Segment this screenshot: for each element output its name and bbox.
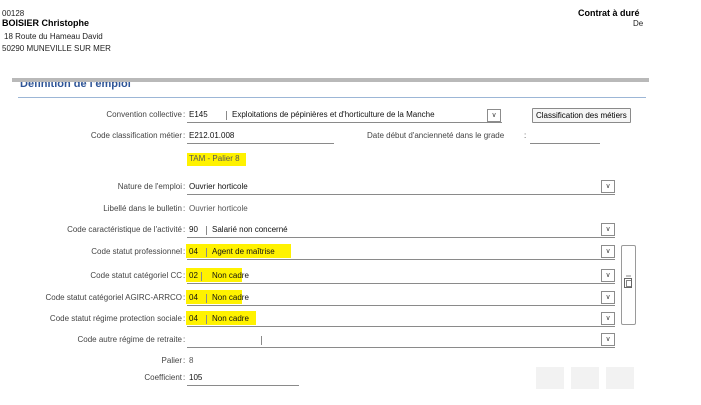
field-separator bbox=[201, 272, 202, 281]
employee-name: BOISIER Christophe bbox=[2, 18, 90, 28]
copy-icon bbox=[624, 275, 632, 288]
palier-label: Palier bbox=[161, 356, 182, 365]
colon: : bbox=[183, 373, 186, 382]
statut-regime-value[interactable]: Non cadre bbox=[212, 314, 249, 323]
statut-pro-value[interactable]: Agent de maîtrise bbox=[212, 247, 275, 256]
chevron-down-icon[interactable]: ∨ bbox=[601, 312, 615, 325]
chevron-down-icon[interactable]: ∨ bbox=[601, 269, 615, 282]
coefficient-underline bbox=[187, 385, 299, 386]
nature-select[interactable]: Ouvrier horticole bbox=[189, 182, 248, 191]
colon: : bbox=[183, 293, 186, 302]
activite-code[interactable]: 90 bbox=[189, 225, 198, 234]
chevron-down-icon[interactable]: ∨ bbox=[601, 223, 615, 236]
classification-button[interactable]: Classification des métiers bbox=[532, 108, 631, 123]
colon: : bbox=[524, 131, 527, 140]
libelle-label: Libellé dans le bulletin bbox=[103, 204, 182, 213]
statut-agirc-underline bbox=[187, 305, 615, 306]
colon: : bbox=[183, 204, 186, 213]
nature-label: Nature de l'emploi bbox=[117, 182, 182, 191]
colon: : bbox=[183, 247, 186, 256]
classification-underline bbox=[187, 143, 334, 144]
convention-underline bbox=[187, 122, 502, 123]
statut-cc-underline bbox=[187, 283, 615, 284]
anciennete-underline bbox=[530, 143, 600, 144]
convention-desc[interactable]: Exploitations de pépinières et d'horticu… bbox=[232, 110, 435, 119]
coefficient-label: Coefficient bbox=[144, 373, 182, 382]
statut-pro-code[interactable]: 04 bbox=[189, 247, 198, 256]
statut-cc-code[interactable]: 02 bbox=[189, 271, 198, 280]
field-separator bbox=[206, 294, 207, 303]
section-rule bbox=[18, 97, 646, 98]
section-title-clip: Définition de l'emploi bbox=[18, 82, 218, 96]
statut-agirc-code[interactable]: 04 bbox=[189, 293, 198, 302]
statut-pro-label: Code statut professionnel bbox=[91, 247, 182, 256]
colon: : bbox=[183, 182, 186, 191]
field-separator bbox=[206, 248, 207, 257]
classification-label: Code classification métier bbox=[90, 131, 182, 140]
section-title: Définition de l'emploi bbox=[20, 82, 131, 90]
statut-cc-label: Code statut catégoriel CC bbox=[90, 271, 182, 280]
contract-title: Contrat à duré bbox=[578, 8, 640, 18]
ghost-button bbox=[606, 367, 634, 389]
ghost-button bbox=[571, 367, 599, 389]
autre-regime-underline bbox=[187, 347, 615, 348]
statut-agirc-value[interactable]: Non cadre bbox=[212, 293, 249, 302]
activite-label: Code caractéristique de l'activité bbox=[67, 225, 182, 234]
ghost-button bbox=[536, 367, 564, 389]
contract-subtitle: De bbox=[633, 19, 644, 28]
coefficient-input[interactable]: 105 bbox=[189, 373, 202, 382]
statut-regime-underline bbox=[187, 326, 615, 327]
field-separator bbox=[226, 111, 227, 120]
statut-agirc-label: Code statut catégoriel AGIRC-ARRCO bbox=[45, 293, 183, 302]
autre-regime-label: Code autre régime de retraite bbox=[77, 335, 183, 344]
colon: : bbox=[183, 225, 186, 234]
employee-code: 00128 bbox=[2, 9, 25, 18]
colon: : bbox=[183, 110, 186, 119]
colon: : bbox=[183, 335, 186, 344]
employee-address-line1: 18 Route du Hameau David bbox=[4, 32, 103, 41]
field-separator bbox=[206, 315, 207, 324]
colon: : bbox=[183, 271, 186, 280]
statut-regime-code[interactable]: 04 bbox=[189, 314, 198, 323]
field-separator bbox=[261, 336, 262, 345]
chevron-down-icon[interactable]: ∨ bbox=[601, 291, 615, 304]
chevron-down-icon[interactable]: ∨ bbox=[487, 109, 501, 122]
colon: : bbox=[183, 314, 186, 323]
convention-label: Convention collective bbox=[106, 110, 182, 119]
activite-value[interactable]: Salarié non concerné bbox=[212, 225, 288, 234]
classification-detail: TAM - Palier 8 bbox=[187, 153, 246, 166]
colon: : bbox=[183, 356, 186, 365]
anciennete-label: Date début d'ancienneté dans le grade bbox=[367, 131, 505, 140]
activite-underline bbox=[187, 237, 615, 238]
chevron-down-icon[interactable]: ∨ bbox=[601, 333, 615, 346]
colon: : bbox=[183, 131, 186, 140]
classification-input[interactable]: E212.01.008 bbox=[189, 131, 234, 140]
field-separator bbox=[206, 226, 207, 235]
statut-cc-value[interactable]: Non cadre bbox=[212, 271, 249, 280]
employee-address-line2: 50290 MUNEVILLE SUR MER bbox=[2, 44, 111, 53]
convention-code[interactable]: E145 bbox=[189, 110, 208, 119]
libelle-value: Ouvrier horticole bbox=[189, 204, 248, 213]
palier-value: 8 bbox=[189, 356, 194, 365]
chevron-down-icon[interactable]: ∨ bbox=[601, 180, 615, 193]
nature-underline bbox=[187, 194, 615, 195]
side-action-button[interactable] bbox=[621, 245, 636, 325]
statut-regime-label: Code statut régime protection sociale bbox=[49, 314, 182, 323]
statut-pro-underline bbox=[187, 259, 615, 260]
chevron-down-icon[interactable]: ∨ bbox=[601, 245, 615, 258]
